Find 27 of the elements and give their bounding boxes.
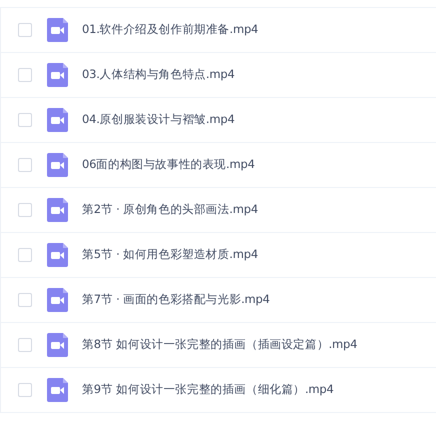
video-file-icon <box>47 198 68 222</box>
file-name[interactable]: 01.软件介绍及创作前期准备.mp4 <box>82 21 258 39</box>
file-name[interactable]: 第2节 · 原创角色的头部画法.mp4 <box>82 201 258 219</box>
video-file-icon <box>47 333 68 357</box>
checkbox[interactable] <box>18 338 32 352</box>
video-file-icon <box>47 378 68 402</box>
checkbox[interactable] <box>18 68 32 82</box>
video-file-icon <box>47 153 68 177</box>
checkbox[interactable] <box>18 383 32 397</box>
file-name[interactable]: 第8节 如何设计一张完整的插画（插画设定篇）.mp4 <box>82 336 358 354</box>
checkbox[interactable] <box>18 158 32 172</box>
file-name[interactable]: 04.原创服装设计与褶皱.mp4 <box>82 111 235 129</box>
checkbox[interactable] <box>18 23 32 37</box>
video-file-icon <box>47 288 68 312</box>
checkbox[interactable] <box>18 293 32 307</box>
video-file-icon <box>47 18 68 42</box>
file-name[interactable]: 第9节 如何设计一张完整的插画（细化篇）.mp4 <box>82 381 334 399</box>
video-file-icon <box>47 63 68 87</box>
video-file-icon <box>47 108 68 132</box>
file-name[interactable]: 03.人体结构与角色特点.mp4 <box>82 66 235 84</box>
file-name[interactable]: 06面的构图与故事性的表现.mp4 <box>82 156 255 174</box>
checkbox[interactable] <box>18 248 32 262</box>
file-name[interactable]: 第5节 · 如何用色彩塑造材质.mp4 <box>82 246 258 264</box>
checkbox[interactable] <box>18 203 32 217</box>
checkbox[interactable] <box>18 113 32 127</box>
video-file-icon <box>47 243 68 267</box>
file-name[interactable]: 第7节 · 画面的色彩搭配与光影.mp4 <box>82 291 270 309</box>
